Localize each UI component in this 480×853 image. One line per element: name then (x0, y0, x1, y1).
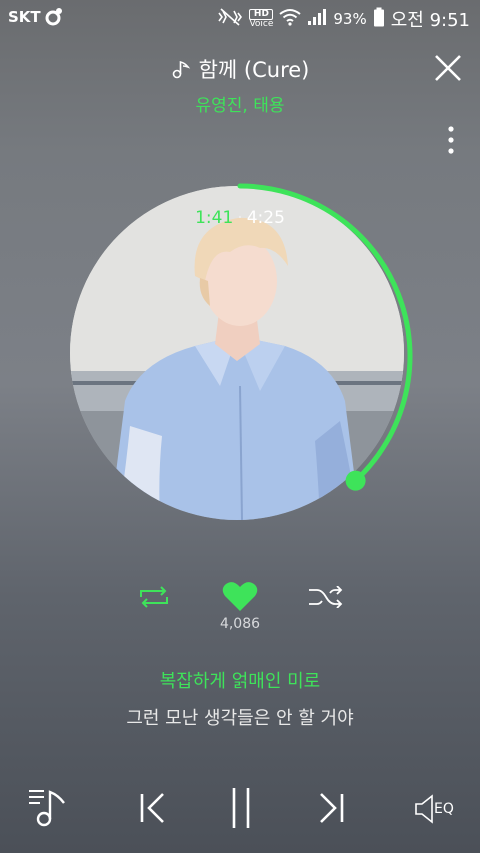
more-vertical-icon (448, 126, 454, 154)
music-note-icon (171, 58, 193, 85)
more-options-button[interactable] (448, 126, 454, 154)
status-icons: HD Voice 93% 오전 9:51 (217, 6, 470, 32)
album-art-area (62, 178, 418, 534)
hd-voice-icon: HD Voice (249, 9, 274, 29)
shuffle-icon (309, 585, 343, 609)
progress-knob[interactable] (345, 470, 366, 491)
track-title-row: 함께 (Cure) (0, 54, 480, 85)
close-icon (435, 55, 461, 81)
mute-vibrate-icon (217, 8, 243, 30)
heart-icon (222, 582, 258, 611)
track-title: 함께 (Cure) (198, 58, 310, 82)
carrier-label: SKT (8, 8, 41, 26)
time-display: 1:41 · 4:25 (0, 208, 480, 228)
next-button[interactable] (316, 792, 346, 828)
eq-label: EQ (434, 801, 454, 817)
track-artist[interactable]: 유영진, 태용 (0, 91, 480, 116)
repeat-button[interactable] (137, 586, 171, 612)
lyric-current-line[interactable]: 복잡하게 얽매인 미로 (0, 667, 480, 693)
signal-icon (307, 8, 327, 30)
carrier-app-icon (44, 7, 64, 31)
pause-icon (232, 788, 250, 828)
playlist-note-icon (29, 790, 65, 827)
like-button[interactable] (222, 580, 258, 616)
battery-percent: 93% (333, 10, 367, 28)
eq-button[interactable]: EQ (414, 794, 458, 828)
voice-label: Voice (249, 19, 274, 29)
previous-button[interactable] (138, 792, 168, 828)
progress-arc (237, 183, 413, 484)
battery-icon (373, 7, 385, 31)
pause-button[interactable] (229, 786, 253, 834)
previous-icon (140, 793, 164, 823)
clock: 오전 9:51 (390, 10, 470, 31)
shuffle-button[interactable] (308, 585, 344, 612)
time-separator: · (237, 208, 243, 228)
current-time: 1:41 (195, 208, 234, 228)
close-button[interactable] (434, 54, 462, 82)
progress-ring[interactable] (62, 178, 418, 534)
wifi-icon (279, 8, 302, 30)
status-bar: SKT HD Voice 93% 오전 9:51 (0, 0, 480, 34)
transport-bar: EQ (0, 780, 480, 840)
lyric-next-line[interactable]: 그런 모난 생각들은 안 할 거야 (0, 704, 480, 730)
total-duration: 4:25 (246, 208, 285, 228)
next-icon (320, 793, 344, 823)
like-count: 4,086 (219, 616, 261, 632)
playlist-button[interactable] (28, 788, 68, 832)
repeat-icon (140, 586, 168, 608)
